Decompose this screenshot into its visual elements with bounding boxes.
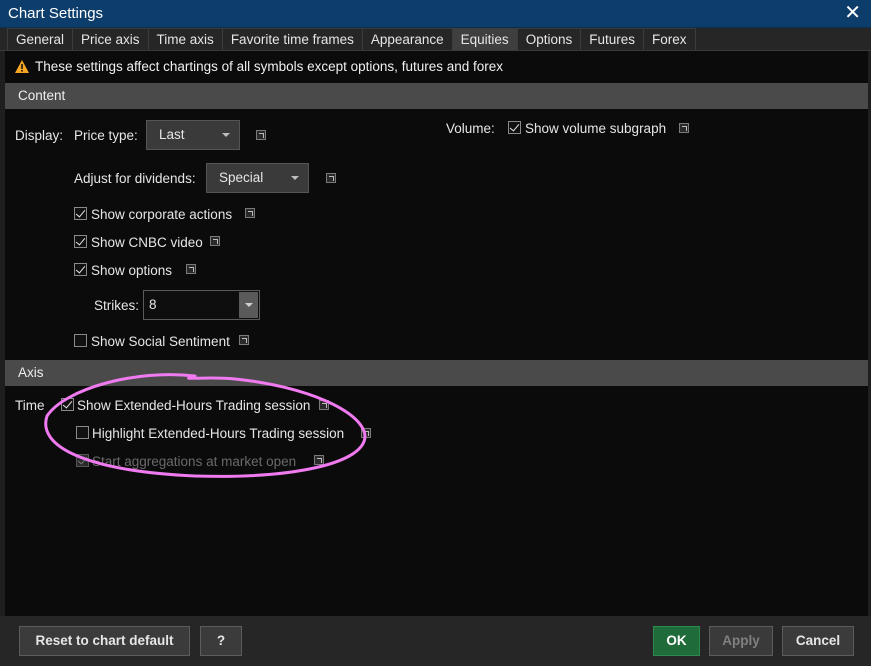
- cancel-button[interactable]: Cancel: [782, 626, 854, 656]
- strikes-stepper[interactable]: 8: [143, 290, 260, 320]
- tab-price-axis[interactable]: Price axis: [72, 28, 149, 50]
- info-link-icon: [314, 455, 324, 465]
- tab-favorite-time-frames[interactable]: Favorite time frames: [221, 28, 363, 50]
- show-cnbc-video-label: Show CNBC video: [91, 235, 203, 250]
- content-section-header: Content: [5, 83, 868, 109]
- tab-general[interactable]: General: [7, 28, 74, 50]
- reset-to-default-button[interactable]: Reset to chart default: [19, 626, 190, 656]
- show-social-sentiment-checkbox[interactable]: [74, 334, 87, 347]
- warning-icon: [15, 60, 29, 73]
- warning-banner: These settings affect chartings of all s…: [15, 59, 503, 74]
- tab-bar: General Price axis Time axis Favorite time …: [0, 28, 871, 51]
- window-title: Chart Settings: [8, 5, 104, 22]
- settings-panel: These settings affect chartings of all s…: [5, 51, 868, 616]
- ok-button[interactable]: OK: [653, 626, 700, 656]
- axis-section-header: Axis: [5, 360, 868, 386]
- highlight-extended-hours-label: Highlight Extended-Hours Trading session: [92, 426, 345, 441]
- help-button[interactable]: ?: [200, 626, 242, 656]
- info-link-icon[interactable]: [319, 400, 329, 410]
- show-volume-subgraph-checkbox[interactable]: [508, 121, 521, 134]
- tab-futures[interactable]: Futures: [580, 28, 644, 50]
- info-link-icon[interactable]: [256, 130, 266, 140]
- strikes-value: 8: [149, 297, 157, 312]
- adjust-dividends-value: Special: [219, 170, 264, 185]
- display-label: Display:: [15, 128, 64, 143]
- volume-label: Volume:: [446, 121, 495, 136]
- tab-equities[interactable]: Equities: [451, 28, 518, 50]
- tab-appearance[interactable]: Appearance: [361, 28, 453, 50]
- show-options-label: Show options: [91, 263, 173, 278]
- strikes-label: Strikes:: [94, 298, 140, 313]
- show-extended-hours-label: Show Extended-Hours Trading session: [77, 398, 311, 413]
- info-link-icon[interactable]: [679, 123, 689, 133]
- time-label: Time: [15, 398, 45, 413]
- info-link-icon[interactable]: [326, 173, 336, 183]
- chevron-down-icon: [291, 176, 299, 180]
- start-aggregations-label: Start aggregations at market open: [92, 454, 297, 469]
- close-icon[interactable]: ✕: [844, 2, 861, 24]
- start-aggregations-checkbox: [76, 454, 89, 467]
- highlight-extended-hours-checkbox[interactable]: [76, 426, 89, 439]
- title-bar: Chart Settings ✕: [0, 0, 871, 28]
- price-type-label: Price type:: [74, 128, 138, 143]
- chevron-down-icon[interactable]: [239, 292, 258, 318]
- info-link-icon[interactable]: [210, 236, 220, 246]
- show-extended-hours-checkbox[interactable]: [61, 398, 74, 411]
- info-link-icon[interactable]: [245, 208, 255, 218]
- info-link-icon[interactable]: [361, 428, 371, 438]
- show-cnbc-video-checkbox[interactable]: [74, 235, 87, 248]
- show-corporate-actions-label: Show corporate actions: [91, 207, 233, 222]
- show-volume-subgraph-label: Show volume subgraph: [525, 121, 667, 136]
- price-type-dropdown[interactable]: Last: [146, 120, 240, 150]
- tabs: General Price axis Time axis Favorite time …: [7, 28, 696, 50]
- chevron-down-icon: [222, 133, 230, 137]
- info-link-icon[interactable]: [239, 335, 249, 345]
- apply-button: Apply: [709, 626, 773, 656]
- adjust-dividends-dropdown[interactable]: Special: [206, 163, 309, 193]
- show-social-sentiment-label: Show Social Sentiment: [91, 334, 230, 349]
- tab-forex[interactable]: Forex: [643, 28, 696, 50]
- tab-options[interactable]: Options: [516, 28, 582, 50]
- dialog-footer: Reset to chart default ? OK Apply Cancel: [0, 616, 871, 666]
- show-corporate-actions-checkbox[interactable]: [74, 207, 87, 220]
- tab-time-axis[interactable]: Time axis: [147, 28, 223, 50]
- adjust-dividends-label: Adjust for dividends:: [74, 171, 196, 186]
- show-options-checkbox[interactable]: [74, 263, 87, 276]
- info-link-icon[interactable]: [186, 264, 196, 274]
- price-type-value: Last: [159, 127, 185, 142]
- warning-text: These settings affect chartings of all s…: [35, 59, 503, 74]
